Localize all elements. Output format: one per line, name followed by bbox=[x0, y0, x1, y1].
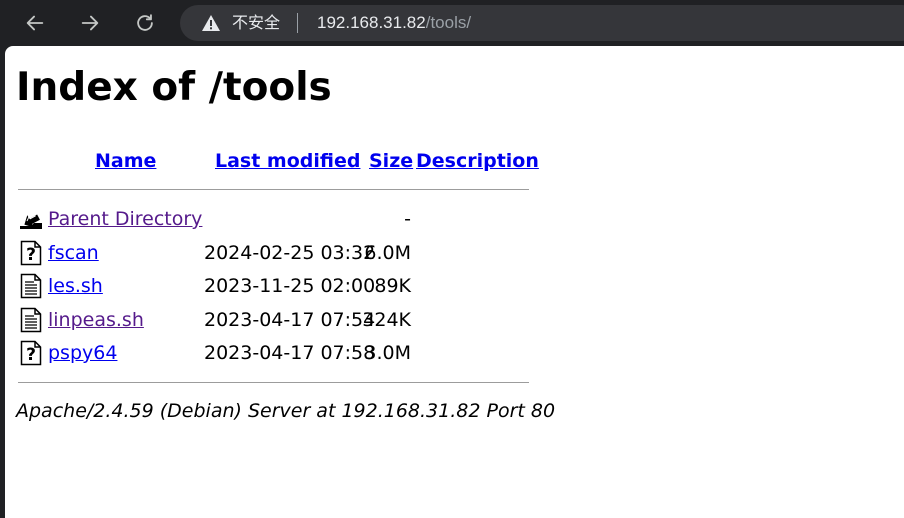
file-modified: 2023-04-17 07:58 bbox=[204, 342, 376, 364]
url-text[interactable]: 192.168.31.82/tools/ bbox=[317, 13, 471, 33]
page-content: Index of /tools Name Last modified Size … bbox=[5, 46, 904, 518]
file-modified: 2023-04-17 07:54 bbox=[204, 309, 376, 331]
sort-by-description-link[interactable]: Description bbox=[416, 148, 539, 174]
reload-button[interactable] bbox=[128, 6, 162, 40]
omnibox-separator bbox=[297, 13, 298, 33]
server-signature: Apache/2.4.59 (Debian) Server at 192.168… bbox=[16, 400, 556, 422]
security-status-label[interactable]: 不安全 bbox=[232, 13, 280, 33]
svg-text:?: ? bbox=[26, 245, 36, 265]
warning-icon bbox=[202, 15, 220, 31]
file-link[interactable]: linpeas.sh bbox=[48, 307, 144, 333]
text-file-icon bbox=[20, 273, 42, 299]
file-size: 6.0M bbox=[364, 242, 411, 264]
file-link[interactable]: pspy64 bbox=[48, 340, 117, 366]
parent-size: - bbox=[404, 208, 411, 230]
forward-button[interactable] bbox=[73, 6, 107, 40]
file-modified: 2023-11-25 02:00 bbox=[204, 275, 376, 297]
url-path: /tools/ bbox=[425, 13, 472, 32]
back-button[interactable] bbox=[18, 6, 52, 40]
svg-text:?: ? bbox=[26, 345, 36, 365]
unknown-file-icon: ? bbox=[20, 240, 42, 266]
back-folder-icon bbox=[20, 214, 42, 229]
file-size: 3.0M bbox=[364, 342, 411, 364]
file-size: 324K bbox=[362, 309, 411, 331]
file-row: les.sh 2023-11-25 02:00 89K bbox=[18, 271, 529, 301]
page-title: Index of /tools bbox=[16, 65, 332, 110]
file-row: linpeas.sh 2023-04-17 07:54 324K bbox=[18, 305, 529, 335]
url-host: 192.168.31.82 bbox=[317, 13, 426, 32]
unknown-file-icon: ? bbox=[20, 340, 42, 366]
parent-directory-row: Parent Directory - bbox=[18, 204, 529, 234]
file-row: ? pspy64 2023-04-17 07:58 3.0M bbox=[18, 338, 529, 368]
forward-arrow-icon bbox=[81, 15, 99, 31]
file-modified: 2024-02-25 03:32 bbox=[204, 242, 376, 264]
file-link[interactable]: fscan bbox=[48, 240, 99, 266]
reload-icon bbox=[137, 14, 153, 31]
file-row: ? fscan 2024-02-25 03:32 6.0M bbox=[18, 238, 529, 268]
sort-by-name-link[interactable]: Name bbox=[95, 148, 156, 174]
header-divider bbox=[18, 189, 529, 190]
sort-by-last-modified-link[interactable]: Last modified bbox=[215, 148, 360, 174]
footer-divider bbox=[18, 382, 529, 383]
text-file-icon bbox=[20, 307, 42, 333]
parent-directory-link[interactable]: Parent Directory bbox=[48, 206, 202, 232]
file-size: 89K bbox=[374, 275, 411, 297]
sort-by-size-link[interactable]: Size bbox=[369, 148, 413, 174]
back-arrow-icon bbox=[26, 15, 44, 31]
file-link[interactable]: les.sh bbox=[48, 273, 103, 299]
address-bar[interactable]: 不安全 192.168.31.82/tools/ bbox=[180, 5, 904, 41]
browser-toolbar: 不安全 192.168.31.82/tools/ bbox=[0, 0, 904, 46]
